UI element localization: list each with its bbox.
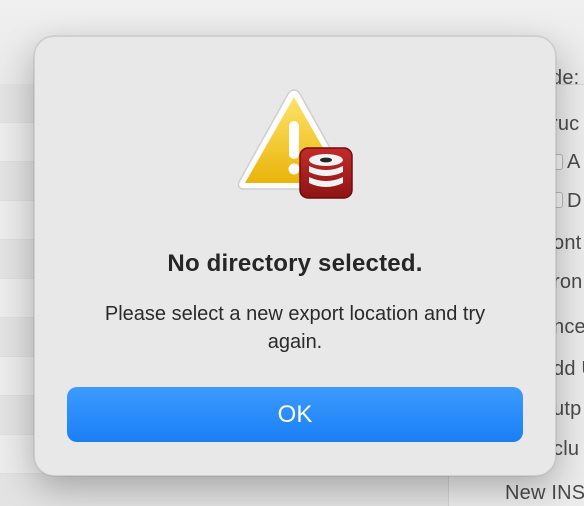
option-label: New INS [505, 482, 584, 504]
ok-button[interactable]: OK [67, 387, 523, 442]
alert-dialog: No directory selected. Please select a n… [34, 36, 556, 476]
list-row [0, 474, 448, 506]
option-label: ont [553, 232, 582, 254]
option-label: nce [553, 316, 584, 338]
option-label: A [567, 151, 581, 173]
database-icon [299, 147, 353, 199]
warning-triangle-icon [237, 89, 353, 199]
option-label: clu [553, 438, 580, 460]
option-label: D [567, 190, 582, 212]
option-label: dd U [553, 358, 584, 380]
option-label: ron [553, 271, 583, 293]
alert-title: No directory selected. [167, 250, 423, 277]
alert-message: Please select a new export location and … [104, 303, 486, 353]
option-label: utp [553, 398, 582, 420]
